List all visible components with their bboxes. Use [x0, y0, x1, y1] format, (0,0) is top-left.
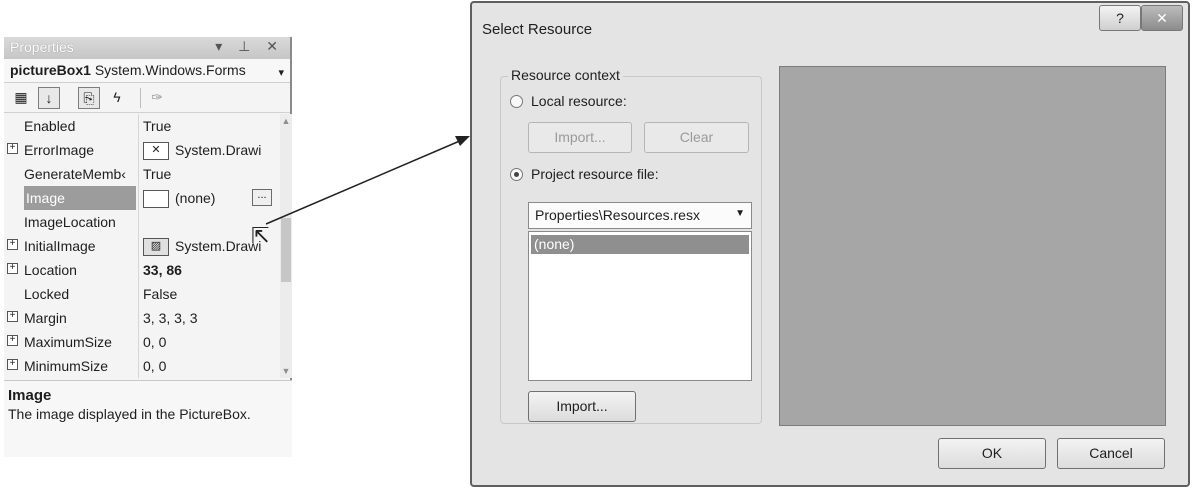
- scroll-down-icon[interactable]: ▼: [280, 366, 292, 376]
- group-label: Resource context: [508, 67, 623, 83]
- property-row-initialimage[interactable]: + InitialImage ▨ System.Drawi: [4, 234, 280, 258]
- resource-file-select[interactable]: Properties\Resources.resx ▼: [528, 202, 752, 229]
- expand-icon[interactable]: +: [7, 143, 18, 154]
- property-name: Image: [24, 186, 136, 210]
- description-text: The image displayed in the PictureBox.: [8, 406, 251, 422]
- dialog-titlebar: Select Resource ? ✕: [472, 3, 1188, 55]
- property-name: InitialImage: [24, 238, 96, 254]
- property-value: System.Drawi: [175, 142, 262, 158]
- property-value[interactable]: 3, 3, 3, 3: [138, 306, 280, 330]
- object-selector[interactable]: pictureBox1 System.Windows.Forms ▾: [4, 59, 290, 83]
- alphabetical-icon[interactable]: ↓: [38, 87, 60, 109]
- property-value-cell[interactable]: ✕ System.Drawi: [138, 138, 280, 162]
- events-lightning-icon[interactable]: ϟ: [106, 87, 128, 109]
- select-resource-dialog: Select Resource ? ✕ Resource context Loc…: [470, 1, 1190, 487]
- property-pages-wrench-icon[interactable]: ✑: [146, 87, 168, 109]
- local-resource-radio[interactable]: Local resource:: [510, 93, 627, 109]
- property-row-minimumsize[interactable]: + MinimumSize 0, 0: [4, 354, 280, 378]
- cancel-button[interactable]: Cancel: [1057, 438, 1165, 469]
- description-title: Image: [8, 387, 52, 404]
- property-value[interactable]: True: [138, 114, 280, 138]
- property-value-cell[interactable]: 33, 86: [138, 258, 280, 282]
- property-row-imagelocation[interactable]: ImageLocation: [4, 210, 280, 234]
- property-row-enabled[interactable]: Enabled True: [4, 114, 280, 138]
- scroll-up-icon[interactable]: ▲: [280, 116, 292, 126]
- ellipsis-button[interactable]: ...: [252, 189, 272, 206]
- description-pane: Image The image displayed in the Picture…: [4, 380, 292, 457]
- object-type: System.Windows.Forms: [94, 62, 246, 78]
- ok-button[interactable]: OK: [938, 438, 1046, 469]
- dialog-title: Select Resource: [482, 21, 593, 38]
- properties-panel: Properties ▾ ⊥ ✕ pictureBox1 System.Wind…: [4, 37, 292, 457]
- property-row-maximumsize[interactable]: + MaximumSize 0, 0: [4, 330, 280, 354]
- property-row-generatemember[interactable]: GenerateMemb‹ True: [4, 162, 280, 186]
- clear-button[interactable]: Clear: [644, 122, 749, 153]
- expand-icon[interactable]: +: [7, 359, 18, 370]
- help-button[interactable]: ?: [1099, 5, 1141, 31]
- property-name: MinimumSize: [24, 358, 109, 374]
- property-name: ImageLocation: [24, 214, 116, 230]
- properties-view-icon[interactable]: ⎘: [78, 87, 100, 109]
- property-value: 33, 86: [143, 262, 182, 278]
- property-grid-scrollbar[interactable]: ▲ ▼: [280, 114, 292, 378]
- property-row-margin[interactable]: + Margin 3, 3, 3, 3: [4, 306, 280, 330]
- empty-image-thumbnail-icon: [143, 190, 169, 209]
- property-name: ErrorImage: [24, 142, 95, 158]
- property-value[interactable]: 0, 0: [138, 354, 280, 378]
- property-value: (none): [175, 190, 216, 206]
- mouse-pointer-icon: ⇱: [251, 223, 270, 248]
- error-image-thumbnail-icon: ✕: [143, 142, 169, 161]
- scrollbar-thumb[interactable]: [281, 218, 291, 282]
- properties-toolbar: ▦ ↓ ⎘ ϟ ✑: [4, 83, 290, 113]
- pin-close-icons[interactable]: ▾ ⊥ ✕: [215, 38, 284, 55]
- expand-icon[interactable]: +: [7, 263, 18, 274]
- resource-file-value: Properties\Resources.resx: [535, 207, 700, 223]
- property-value[interactable]: True: [138, 162, 280, 186]
- radio-off-icon: [510, 95, 523, 108]
- import-button[interactable]: Import...: [528, 391, 636, 422]
- close-button[interactable]: ✕: [1141, 5, 1183, 31]
- properties-title: Properties: [10, 39, 74, 55]
- list-item[interactable]: (none): [531, 235, 749, 254]
- expand-icon[interactable]: +: [7, 335, 18, 346]
- project-resource-radio[interactable]: Project resource file:: [510, 166, 659, 182]
- project-resource-label: Project resource file:: [531, 166, 659, 182]
- chevron-down-icon: ▼: [735, 208, 745, 219]
- property-value[interactable]: 0, 0: [138, 330, 280, 354]
- resource-list[interactable]: (none): [528, 231, 752, 381]
- expand-icon[interactable]: +: [7, 311, 18, 322]
- property-name: Location: [24, 262, 77, 278]
- property-name: GenerateMemb‹: [24, 166, 126, 182]
- expand-icon[interactable]: +: [7, 239, 18, 250]
- properties-titlebar: Properties ▾ ⊥ ✕: [4, 37, 290, 59]
- categorized-icon[interactable]: ▦: [10, 87, 32, 109]
- property-row-image[interactable]: Image (none) ...: [4, 186, 280, 210]
- initial-image-thumbnail-icon: ▨: [143, 238, 169, 257]
- property-row-errorimage[interactable]: + ErrorImage ✕ System.Drawi: [4, 138, 280, 162]
- radio-on-icon: [510, 168, 523, 181]
- chevron-down-icon[interactable]: ▾: [278, 66, 284, 79]
- local-import-button[interactable]: Import...: [528, 122, 632, 153]
- property-name: Margin: [24, 310, 67, 326]
- property-row-locked[interactable]: Locked False: [4, 282, 280, 306]
- property-name: Locked: [24, 286, 70, 302]
- property-grid: Enabled True + ErrorImage ✕ System.Drawi …: [4, 114, 280, 378]
- property-value: System.Drawi: [175, 238, 262, 254]
- property-value[interactable]: False: [138, 282, 280, 306]
- local-resource-label: Local resource:: [531, 93, 627, 109]
- property-row-location[interactable]: + Location 33, 86: [4, 258, 280, 282]
- property-name: Enabled: [24, 118, 76, 134]
- image-preview: [779, 66, 1166, 426]
- property-name: MaximumSize: [24, 334, 112, 350]
- toolbar-separator: [140, 88, 141, 108]
- object-name: pictureBox1: [10, 62, 91, 78]
